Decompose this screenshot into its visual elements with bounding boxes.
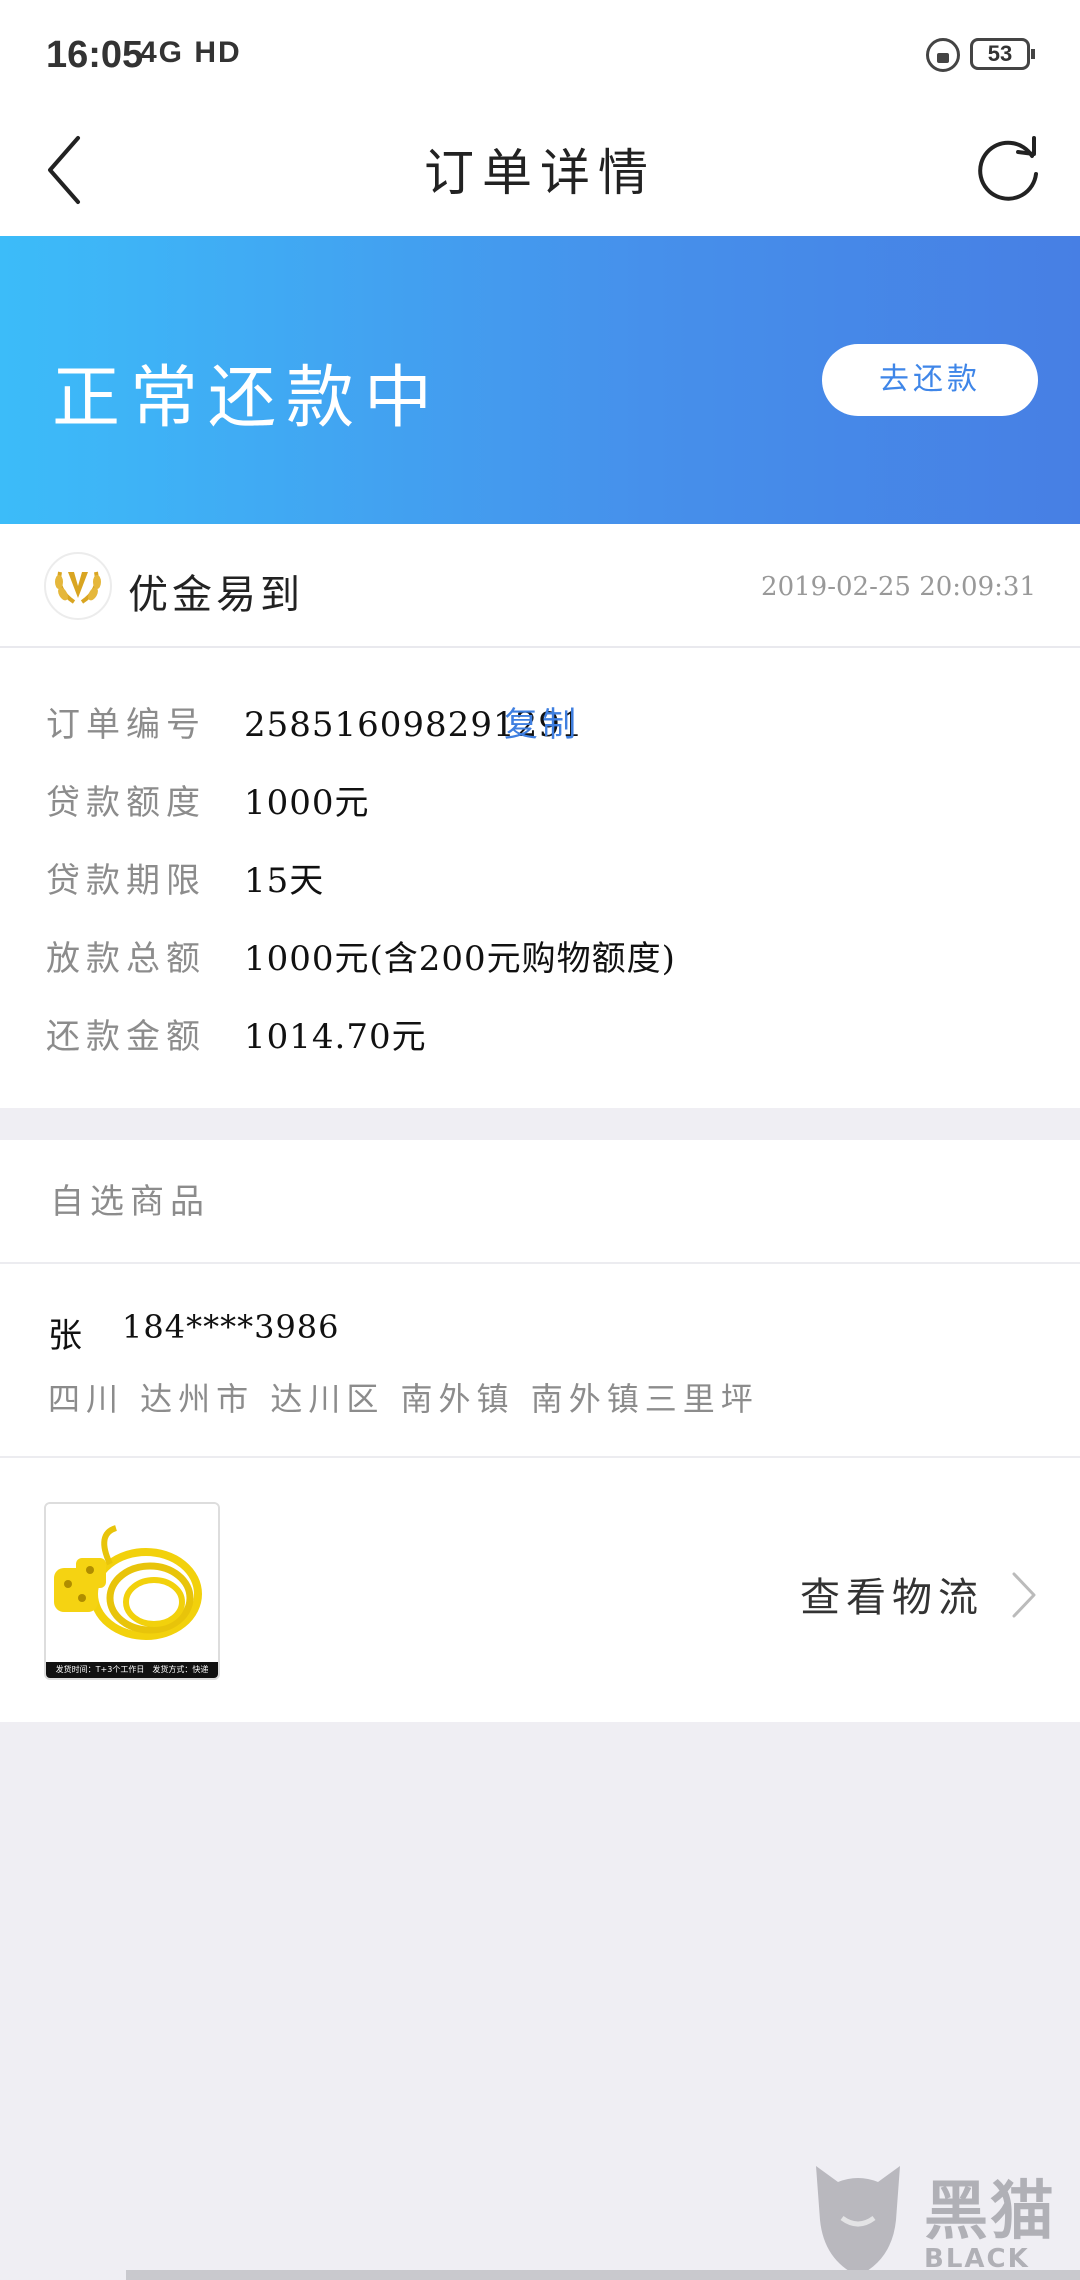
detail-label: 贷款额度 xyxy=(46,783,206,823)
signal-indicator: 4G HD xyxy=(140,36,242,69)
loan-status-text: 正常还款中 xyxy=(52,359,443,438)
refresh-button[interactable] xyxy=(970,130,1050,210)
detail-value: 1000元(含200元购物额度) xyxy=(244,939,676,979)
status-time: 16:05 xyxy=(46,34,144,76)
battery-indicator: 53 xyxy=(970,38,1035,70)
home-indicator xyxy=(126,2270,1080,2280)
detail-row-repayment-amount: 还款金额 1014.70元 xyxy=(0,998,1080,1076)
detail-row-loan-term: 贷款期限 15天 xyxy=(0,842,1080,920)
black-cat-watermark: 黑猫 BLACK CAT xyxy=(808,2160,1080,2280)
extension-cord-image xyxy=(46,1504,218,1662)
detail-value: 1000元 xyxy=(244,783,370,823)
detail-label: 还款金额 xyxy=(46,1017,206,1057)
order-details: 订单编号 258516098291291 复制 贷款额度 1000元 贷款期限 … xyxy=(0,648,1080,1108)
goods-header-label: 自选商品 xyxy=(50,1182,210,1222)
recipient-phone: 184****3986 xyxy=(122,1308,340,1346)
view-logistics-link[interactable]: 查看物流 xyxy=(800,1565,984,1623)
product-row[interactable]: 发货时间：T+3个工作日 发货方式：快递 查看物流 xyxy=(0,1460,1080,1722)
back-button[interactable] xyxy=(40,130,110,210)
repay-button[interactable]: 去还款 xyxy=(822,344,1038,416)
detail-value: 1014.70元 xyxy=(244,1017,427,1057)
selected-goods-section: 自选商品 张 184****3986 四川 达州市 达川区 南外镇 南外镇三里坪… xyxy=(0,1140,1080,1722)
nav-bar: 订单详情 xyxy=(0,110,1080,236)
merchant-name: 优金易到 xyxy=(128,572,304,618)
detail-label: 放款总额 xyxy=(46,939,206,979)
copy-order-number-button[interactable]: 复制 xyxy=(504,686,580,764)
detail-value: 15天 xyxy=(244,861,325,901)
detail-row-disbursed-total: 放款总额 1000元(含200元购物额度) xyxy=(0,920,1080,998)
black-cat-logo-icon xyxy=(816,2166,900,2276)
recipient-address: 四川 达州市 达川区 南外镇 南外镇三里坪 xyxy=(48,1380,759,1418)
merchant-row: 优金易到 2019-02-25 20:09:31 xyxy=(0,524,1080,648)
loan-status-banner: 正常还款中 去还款 xyxy=(0,236,1080,524)
goods-header: 自选商品 xyxy=(0,1140,1080,1264)
page-title: 订单详情 xyxy=(424,144,656,202)
refresh-icon xyxy=(978,136,1038,201)
status-bar: 16:05 4G HD 53 xyxy=(0,0,1080,110)
watermark-text: 黑猫 xyxy=(924,2175,1056,2249)
detail-label: 订单编号 xyxy=(46,705,206,745)
rotation-lock-icon xyxy=(926,38,960,72)
detail-row-loan-amount: 贷款额度 1000元 xyxy=(0,764,1080,842)
shipping-address: 张 184****3986 四川 达州市 达川区 南外镇 南外镇三里坪 xyxy=(0,1266,1080,1458)
product-thumbnail: 发货时间：T+3个工作日 发货方式：快递 xyxy=(44,1502,220,1680)
chevron-left-icon xyxy=(48,136,80,204)
merchant-logo xyxy=(44,552,112,620)
laurel-v-logo-icon xyxy=(55,571,101,604)
chevron-right-icon xyxy=(1012,1572,1036,1618)
order-timestamp: 2019-02-25 20:09:31 xyxy=(761,572,1036,602)
product-caption: 发货时间：T+3个工作日 发货方式：快递 xyxy=(46,1662,218,1678)
detail-label: 贷款期限 xyxy=(46,861,206,901)
detail-row-order-number: 订单编号 258516098291291 复制 xyxy=(0,686,1080,764)
recipient-name: 张 xyxy=(48,1316,82,1356)
